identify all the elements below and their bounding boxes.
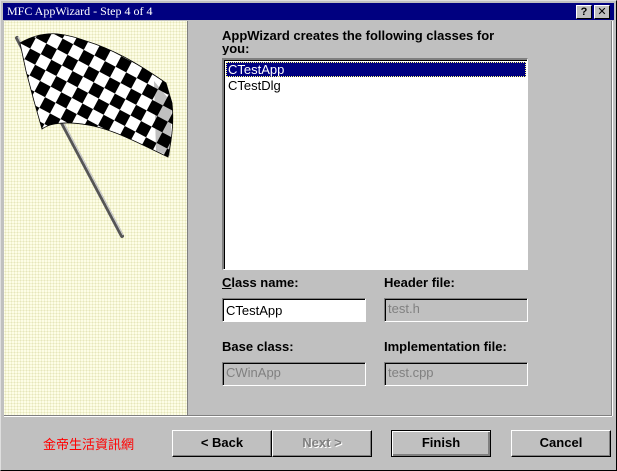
base-class-label: Base class: [222, 339, 294, 354]
base-class-field: CWinApp [222, 362, 366, 386]
wizard-window: MFC AppWizard - Step 4 of 4 ? ✕ AppWizar… [0, 0, 617, 471]
list-item-ctestapp[interactable]: CTestApp [226, 62, 526, 77]
finish-button[interactable]: Finish [391, 430, 491, 457]
list-item-ctestdlg[interactable]: CTestDlg [226, 78, 526, 93]
help-button[interactable]: ? [576, 5, 592, 19]
header-file-label: Header file: [384, 275, 455, 290]
footer-separator [4, 415, 612, 417]
title-bar[interactable]: MFC AppWizard - Step 4 of 4 ? ✕ [3, 3, 614, 20]
next-button[interactable]: Next > [272, 430, 372, 457]
header-file-field: test.h [384, 298, 528, 322]
class-name-field[interactable] [222, 298, 366, 322]
implementation-file-label: Implementation file: [384, 339, 507, 354]
implementation-file-field: test.cpp [384, 362, 528, 386]
wizard-illustration-panel [4, 21, 188, 417]
class-name-label-rest: lass name: [231, 275, 299, 290]
close-button[interactable]: ✕ [594, 5, 610, 19]
classes-prompt-label: AppWizard creates the following classes … [222, 29, 495, 55]
watermark-text: 金帝生活資訊網 [43, 438, 135, 453]
checkered-flag-icon [15, 33, 174, 238]
back-button[interactable]: < Back [172, 430, 272, 457]
class-listbox[interactable]: CTestApp CTestDlg [222, 58, 528, 270]
class-name-label: Class name: [222, 275, 299, 290]
panel-border [611, 21, 613, 416]
cancel-button[interactable]: Cancel [511, 430, 611, 457]
window-title: MFC AppWizard - Step 4 of 4 [7, 4, 153, 18]
